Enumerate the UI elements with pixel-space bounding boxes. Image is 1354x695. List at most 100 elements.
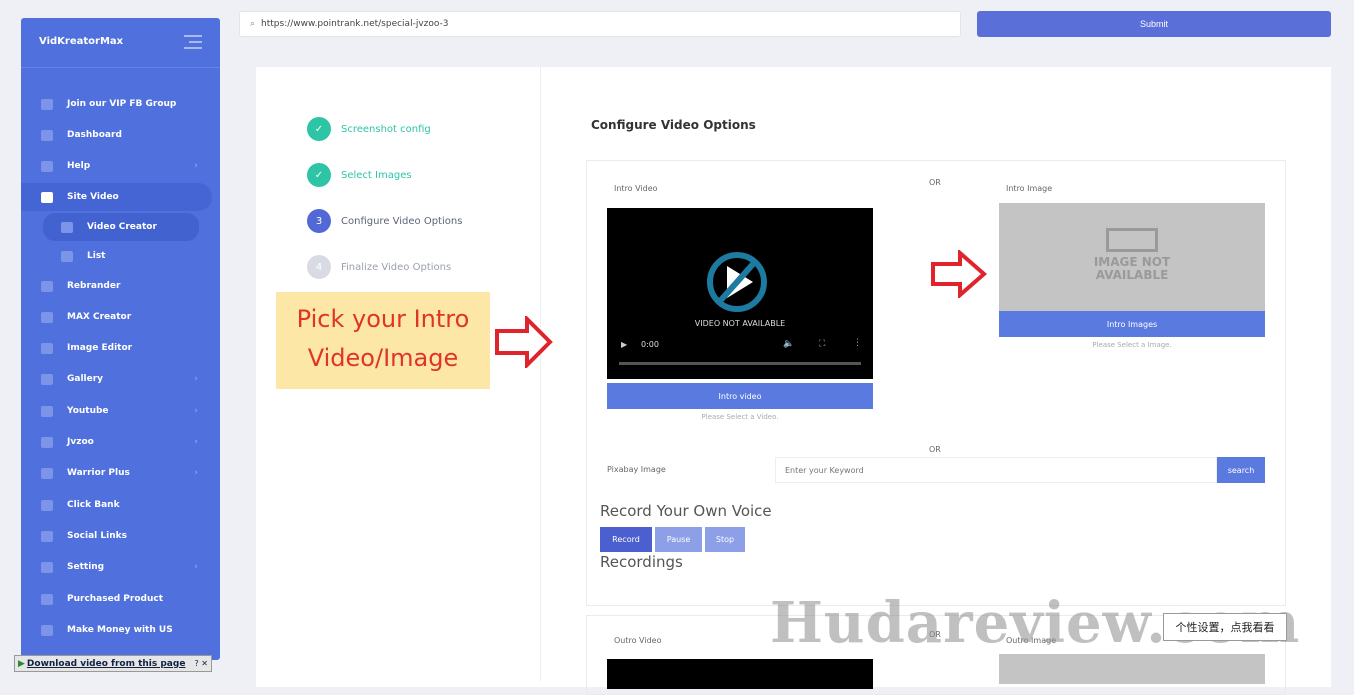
sidebar-item-label: List [87,251,106,261]
recordings-heading: Recordings [600,553,683,571]
pixabay-label: Pixabay Image [607,465,666,474]
step-4[interactable]: 4 Finalize Video Options [307,255,451,279]
cart-icon [41,593,53,605]
brand-logo: VidKreatorMax [39,36,124,47]
chevron-right-icon: › [194,161,198,171]
list-icon [61,250,73,262]
outro-image-placeholder [999,654,1265,684]
sidebar-item-label: MAX Creator [67,312,132,322]
intro-video-player[interactable]: VIDEO NOT AVAILABLE ▶ 0:00 🔈 ⛶ ⋮ [607,208,873,379]
intro-video-label: Intro Video [614,184,658,193]
sidebar-item-dashboard[interactable]: Dashboard [21,121,220,149]
table-icon [41,499,53,511]
video-unavailable-icon [707,252,767,312]
step-label: Screenshot config [341,123,431,135]
play-icon[interactable]: ▶ [621,340,627,349]
sidebar-item-label: Dashboard [67,130,122,140]
keyword-input[interactable] [775,457,1217,483]
intro-video-button[interactable]: Intro video [607,383,873,409]
video-icon [41,373,53,385]
sidebar-item-label: Image Editor [67,343,133,353]
dashboard-icon [41,129,53,141]
red-arrow-icon [931,250,988,298]
sidebar-item-warrior-plus[interactable]: Warrior Plus › [21,459,220,487]
sidebar-item-setting[interactable]: Setting › [21,553,220,581]
sidebar-item-site-video[interactable]: Site Video [21,183,212,211]
sidebar-item-label: Setting [67,562,105,572]
chevron-right-icon: › [194,406,198,416]
pause-button[interactable]: Pause [655,527,702,552]
keyboard-icon [41,624,53,636]
sidebar-item-label: Purchased Product [67,594,163,604]
sidebar-item-click-bank[interactable]: Click Bank [21,491,220,519]
stop-button[interactable]: Stop [705,527,745,552]
record-button[interactable]: Record [600,527,652,552]
sidebar-item-label: Site Video [67,192,119,202]
intro-images-button[interactable]: Intro Images [999,311,1265,337]
table-icon [41,467,53,479]
sidebar-item-label: Youtube [67,406,109,416]
or-label-2: OR [929,445,941,454]
record-heading: Record Your Own Voice [600,502,772,520]
sidebar-item-list[interactable]: List [21,242,220,270]
fullscreen-icon[interactable]: ⛶ [819,339,825,349]
sidebar: VidKreatorMax Join our VIP FB Group Dashb… [21,18,220,660]
sidebar-item-label: Help [67,161,91,171]
sidebar-item-join-our-vip-fb-group[interactable]: Join our VIP FB Group [21,90,220,118]
play-icon [41,311,53,323]
url-input[interactable]: ⌕ https://www.pointrank.net/special-jvzoo… [239,11,961,37]
help-close-icons[interactable]: ? ✕ [195,659,209,668]
sidebar-item-image-editor[interactable]: Image Editor [21,334,220,362]
step-number: 4 [307,255,331,279]
sidebar-item-youtube[interactable]: Youtube › [21,397,220,425]
chevron-right-icon: › [194,374,198,384]
sidebar-item-label: Join our VIP FB Group [67,99,177,109]
sidebar-item-max-creator[interactable]: MAX Creator [21,303,220,331]
sidebar-item-purchased-product[interactable]: Purchased Product [21,585,220,613]
sidebar-item-label: Video Creator [87,222,157,232]
submit-button[interactable]: Submit [977,11,1331,37]
facebook-icon [41,98,53,110]
intro-image-placeholder: IMAGE NOT AVAILABLE [999,203,1265,311]
sidebar-item-rebrander[interactable]: Rebrander [21,272,220,300]
more-icon[interactable]: ⋮ [853,338,862,348]
eye-icon [41,342,53,354]
divider [540,67,541,681]
sidebar-item-video-creator[interactable]: Video Creator [43,213,199,241]
outro-video-player[interactable] [607,659,873,689]
sidebar-item-label: Make Money with US [67,625,173,635]
sidebar-item-help[interactable]: Help › [21,152,220,180]
menu-toggle-icon[interactable] [184,35,202,53]
table-icon [41,436,53,448]
search-button[interactable]: search [1217,457,1265,483]
check-icon: ✓ [307,117,331,141]
sidebar-item-label: Warrior Plus [67,468,130,478]
image-icon [1106,228,1158,252]
intro-image-label: Intro Image [1006,184,1053,193]
page-title: Configure Video Options [591,118,756,132]
play-icon: ▶ [18,658,25,669]
sidebar-item-jvzoo[interactable]: Jvzoo › [21,428,220,456]
chevron-right-icon: › [194,437,198,447]
step-label: Finalize Video Options [341,261,452,273]
sidebar-item-make-money-with-us[interactable]: Make Money with US [21,616,220,644]
sidebar-item-social-links[interactable]: Social Links [21,522,220,550]
search-icon: ⌕ [250,19,256,29]
sidebar-item-label: Gallery [67,374,104,384]
step-3[interactable]: 3 Configure Video Options [307,209,462,233]
step-label: Select Images [341,169,412,181]
sidebar-item-label: Click Bank [67,500,120,510]
sidebar-item-gallery[interactable]: Gallery › [21,365,220,393]
tooltip[interactable]: 个性设置，点我看看 [1163,613,1287,641]
progress-bar[interactable] [619,362,861,365]
volume-icon[interactable]: 🔈 [783,339,794,349]
sidebar-item-label: Social Links [67,531,127,541]
or-label: OR [929,178,941,187]
download-video-bar[interactable]: ▶ Download video from this page? ✕ [14,655,212,672]
step-label: Configure Video Options [341,215,463,227]
sidebar-item-label: Jvzoo [67,437,94,447]
chevron-right-icon: › [194,468,198,478]
file-icon [61,221,73,233]
step-1[interactable]: ✓ Screenshot config [307,117,431,141]
step-2[interactable]: ✓ Select Images [307,163,412,187]
